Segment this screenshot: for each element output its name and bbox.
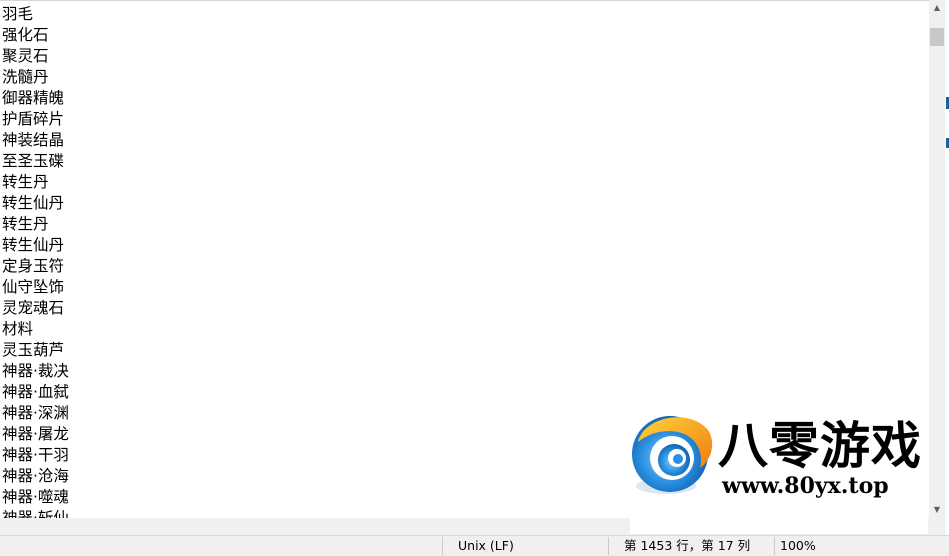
editor-line[interactable]: 神器·裁决 [2,361,69,382]
editor-line[interactable]: 定身玉符 [2,256,69,277]
editor-line[interactable]: 至圣玉碟 [2,151,69,172]
window-right-edge [945,0,949,556]
editor-lines: 羽毛 强化石 聚灵石 洗髓丹 御器精魄 护盾碎片 神装结晶 至圣玉碟 转生丹 转… [2,4,69,518]
scrollbar-thumb[interactable] [930,28,944,46]
status-bar: Unix (LF) 第 1453 行，第 17 列 100% [0,535,949,556]
editor-line[interactable]: 灵玉葫芦 [2,340,69,361]
editor-line[interactable]: 仙守坠饰 [2,277,69,298]
editor-line[interactable]: 护盾碎片 [2,109,69,130]
editor-line[interactable]: 神器·屠龙 [2,424,69,445]
editor-line[interactable]: 强化石 [2,25,69,46]
editor-line[interactable]: 洗髓丹 [2,67,69,88]
editor-top-border [0,0,929,1]
editor-line[interactable]: 材料 [2,319,69,340]
cursor-position[interactable]: 第 1453 行，第 17 列 [624,536,750,556]
editor-line[interactable]: 灵宠魂石 [2,298,69,319]
swirl-logo-icon [632,416,713,494]
editor-line[interactable]: 神器·血弑 [2,382,69,403]
zoom-level[interactable]: 100% [780,536,816,556]
editor-line[interactable]: 羽毛 [2,4,69,25]
status-separator [442,537,443,555]
editor-line[interactable]: 转生仙丹 [2,235,69,256]
editor-line[interactable]: 转生仙丹 [2,193,69,214]
editor-line[interactable]: 御器精魄 [2,88,69,109]
scroll-down-icon[interactable]: ▼ [929,502,945,518]
editor-line[interactable]: 转生丹 [2,214,69,235]
watermark-url: www.80yx.top [722,473,889,499]
site-watermark: 八零游戏 www.80yx.top [630,402,928,534]
editor-line[interactable]: 聚灵石 [2,46,69,67]
status-separator [774,537,775,555]
editor-line[interactable]: 神器·噬魂 [2,487,69,508]
status-separator [608,537,609,555]
vertical-scrollbar[interactable]: ▲ ▼ [929,0,945,518]
editor-line[interactable]: 神装结晶 [2,130,69,151]
editor-line[interactable]: 神器·干羽 [2,445,69,466]
editor-line[interactable]: 神器·深渊 [2,403,69,424]
watermark-brand-name: 八零游戏 [718,417,922,475]
scrollbar-corner [929,518,945,535]
line-ending-indicator[interactable]: Unix (LF) [458,536,514,556]
editor-line[interactable]: 神器·沧海 [2,466,69,487]
scroll-up-icon[interactable]: ▲ [929,0,945,16]
editor-line[interactable]: 神器·斩仙 [2,508,69,518]
editor-line[interactable]: 转生丹 [2,172,69,193]
